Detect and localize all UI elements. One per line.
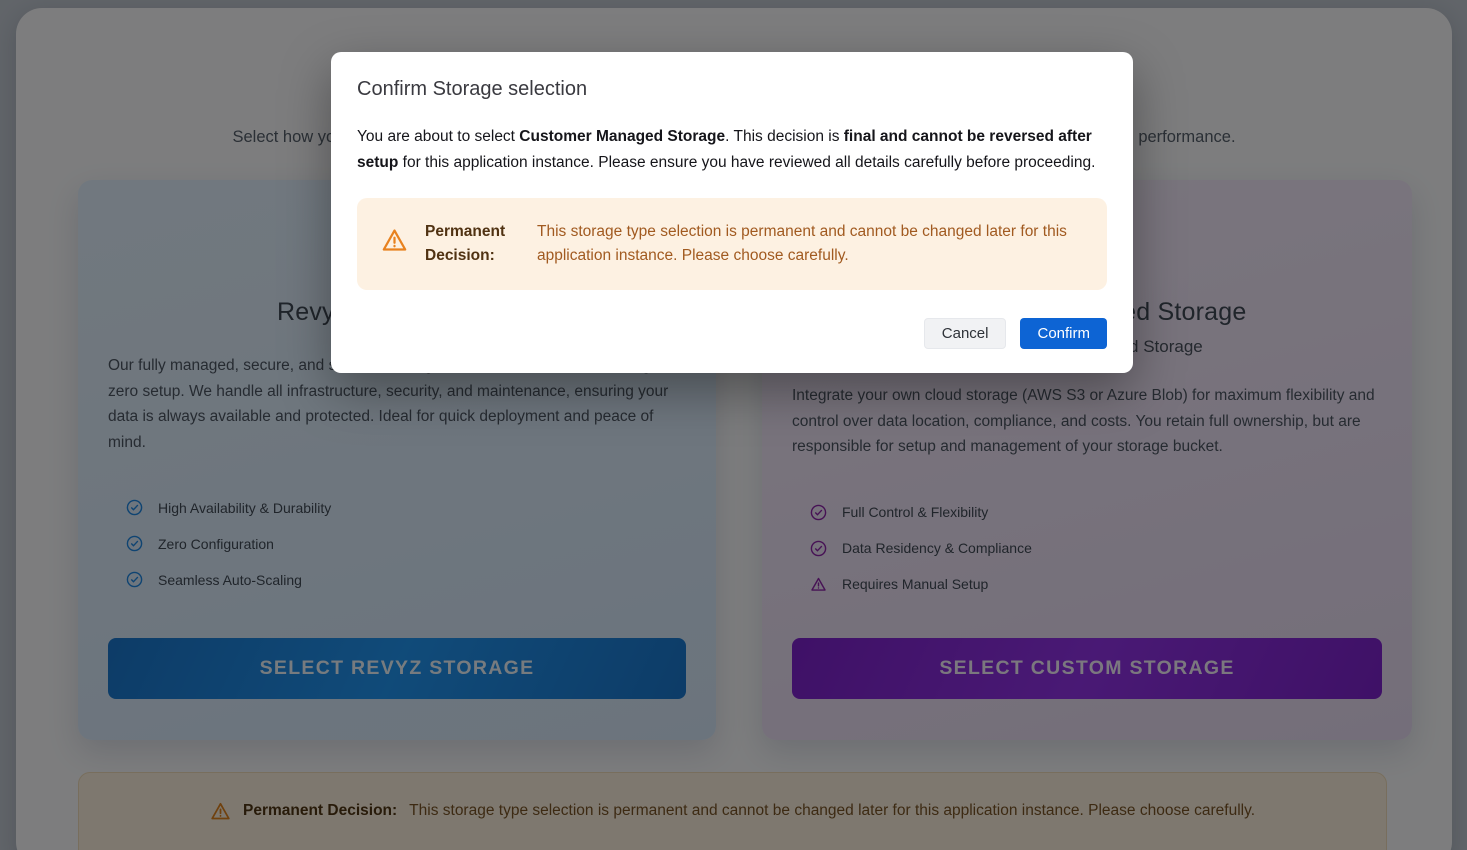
dialog-title: Confirm Storage selection — [357, 78, 1107, 101]
body-text-part: You are about to select — [357, 128, 519, 145]
body-text-part: . This decision is — [725, 128, 844, 145]
body-text-part: for this application instance. Please en… — [398, 154, 1095, 171]
warning-triangle-icon — [381, 227, 408, 254]
dialog-body-text: You are about to select Customer Managed… — [357, 124, 1097, 176]
callout-message: This storage type selection is permanent… — [537, 220, 1083, 268]
cancel-button[interactable]: Cancel — [924, 318, 1007, 349]
confirm-storage-dialog: Confirm Storage selection You are about … — [331, 52, 1133, 373]
confirm-button[interactable]: Confirm — [1020, 318, 1107, 349]
callout-label: Permanent Decision: — [425, 220, 523, 268]
dialog-footer: Cancel Confirm — [357, 318, 1107, 349]
permanent-decision-callout: Permanent Decision: This storage type se… — [357, 198, 1107, 290]
body-text-bold: Customer Managed Storage — [519, 128, 725, 145]
